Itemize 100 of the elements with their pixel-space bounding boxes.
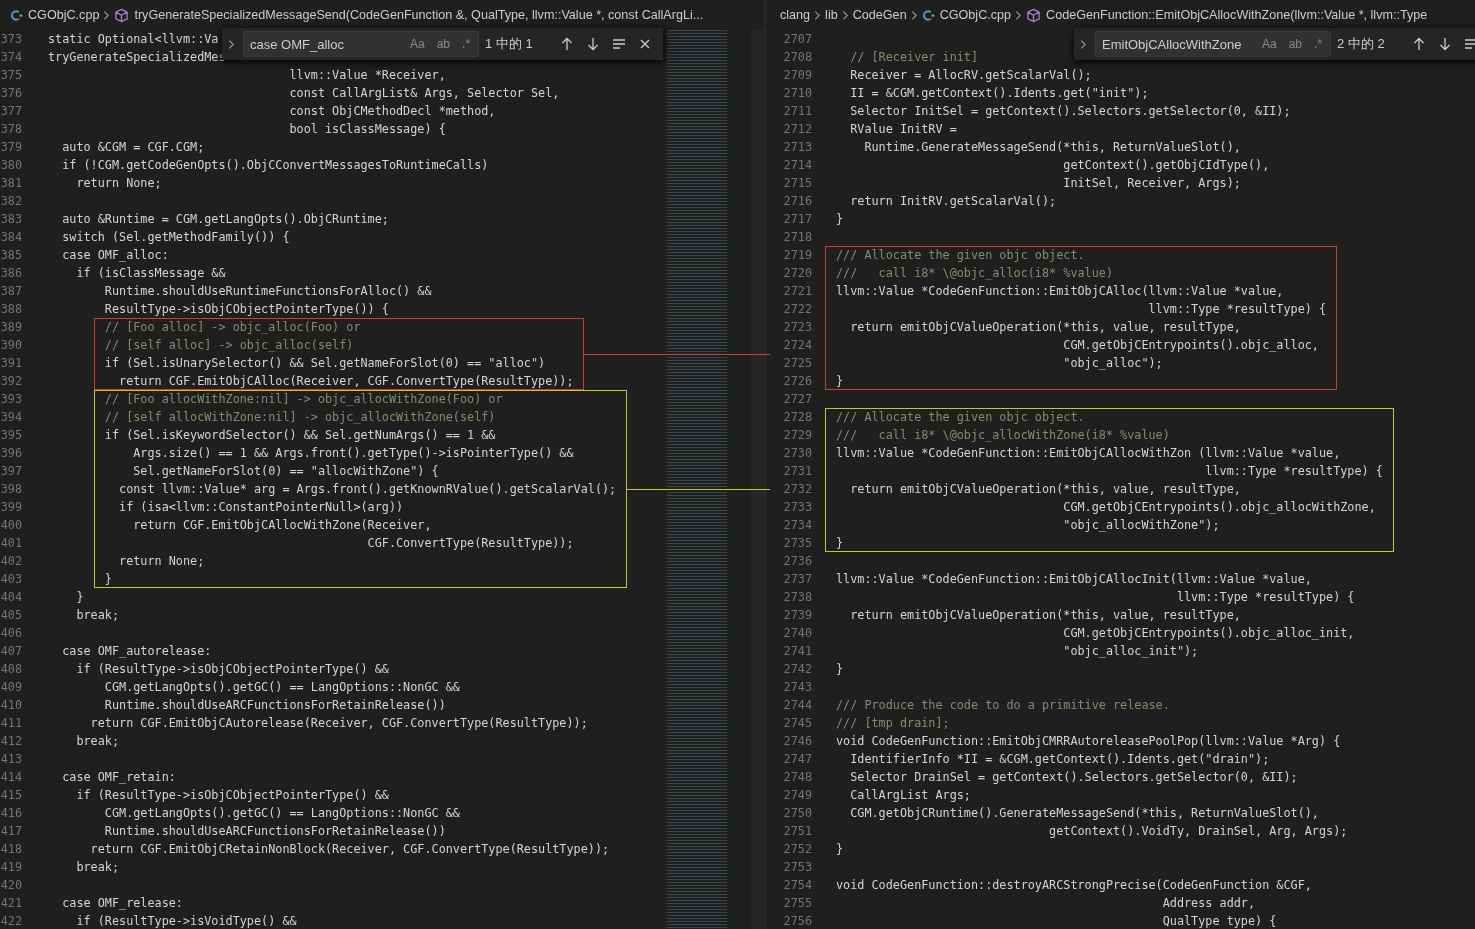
- line-number: 2721: [782, 283, 813, 300]
- line-number: 2726: [782, 373, 813, 390]
- code-line: static Optional<llvm::Va: [48, 31, 219, 48]
- line-number: 2723: [782, 319, 813, 336]
- code-line: return emitObjCValueOperation(*this, value, resultType,: [849, 319, 1241, 336]
- code-line: llvm::Value *CodeGenFunction::EmitObjCAllocInit(llvm::Value *value,: [836, 571, 1312, 588]
- code-line: if (ResultType->isVoidType() &&: [75, 913, 297, 929]
- code-line: return CGF.EmitObjCAllocWithZone(Receiver,: [132, 517, 432, 534]
- line-number: 412: [0, 733, 23, 750]
- breadcrumb-item[interactable]: CodeGen: [852, 8, 907, 22]
- breadcrumb-item[interactable]: tryGenerateSpecializedMessageSend(CodeGenFunction &, QualType, llvm::Value *, const CallArgLi...: [134, 8, 704, 22]
- line-number: 2752: [782, 841, 813, 858]
- code-line: }: [836, 211, 844, 228]
- line-number: 376: [0, 85, 23, 102]
- code-line: }: [836, 373, 844, 390]
- line-number: 406: [0, 625, 23, 642]
- code-line: CGM.getLangOpts().getGC() == LangOptions::NonGC &&: [103, 679, 460, 696]
- cpp-file-icon: [10, 8, 23, 22]
- line-number: 2746: [782, 733, 813, 750]
- line-number: 2717: [782, 211, 813, 228]
- code-line: CGM.getLangOpts().getGC() == LangOptions::NonGC &&: [103, 805, 460, 822]
- code-line: tryGenerateSpecializedMes: [48, 49, 226, 66]
- code-line: if (isa<llvm::ConstantPointerNull>(arg)): [118, 499, 404, 516]
- code-line: auto &Runtime = CGM.getLangOpts().ObjCRuntime;: [61, 211, 389, 228]
- code-line: Receiver = AllocRV.getScalarVal();: [849, 67, 1092, 84]
- search-option-toggle[interactable]: ab: [434, 37, 453, 51]
- code-line: break;: [75, 859, 120, 876]
- line-number: 404: [0, 589, 23, 606]
- line-number: 400: [0, 517, 23, 534]
- line-number: 382: [0, 193, 23, 210]
- line-number: 413: [0, 751, 23, 768]
- search-option-toggle[interactable]: Aa: [1260, 37, 1279, 51]
- line-number: 392: [0, 373, 23, 390]
- code-line: bool isClassMessage) {: [288, 121, 446, 138]
- line-number: 2716: [782, 193, 813, 210]
- code-line: Runtime.shouldUseARCFunctionsForRetainRelease()): [103, 823, 446, 840]
- cube-icon: [114, 7, 130, 23]
- code-line: llvm::Type *resultType) {: [1147, 301, 1327, 318]
- line-number: 2749: [782, 787, 813, 804]
- line-number: 410: [0, 697, 23, 714]
- line-number: 2722: [782, 301, 813, 318]
- line-number: 2724: [782, 337, 813, 354]
- line-number: 2748: [782, 769, 813, 786]
- line-number: 407: [0, 643, 23, 660]
- line-number: 2736: [782, 553, 813, 570]
- code-comment: // [self allocWithZone:nil] -> objc_allocWithZone(self): [103, 409, 496, 426]
- line-number: 2735: [782, 535, 813, 552]
- breadcrumb-item[interactable]: lib: [825, 8, 838, 22]
- code-line: }: [103, 571, 112, 588]
- line-number: 2751: [782, 823, 813, 840]
- line-number: 397: [0, 463, 23, 480]
- code-line: if (isClassMessage &&: [75, 265, 226, 282]
- code-line: break;: [75, 607, 120, 624]
- breadcrumb-item[interactable]: clang: [780, 8, 811, 22]
- line-number: 2730: [782, 445, 813, 462]
- code-comment: // [Foo alloc] -> objc_alloc(Foo) or: [103, 319, 361, 336]
- code-line: Runtime.GenerateMessageSend(*this, ReturnValueSlot(),: [863, 139, 1241, 156]
- line-number: 2733: [782, 499, 813, 516]
- code-line: CallArgList Args;: [849, 787, 971, 804]
- search-option-toggle[interactable]: .*: [1312, 37, 1325, 51]
- line-number: 2731: [782, 463, 813, 480]
- search-option-toggle[interactable]: ab: [1286, 37, 1305, 51]
- breadcrumb-item[interactable]: CGObjC.cpp: [28, 8, 100, 22]
- code-line: return InitRV.getScalarVal();: [849, 193, 1057, 210]
- code-line: llvm::Type *resultType) {: [1175, 589, 1355, 606]
- code-line: CGM.getObjCRuntime().GenerateMessageSend(*this, ReturnValueSlot(),: [849, 805, 1319, 822]
- breadcrumb-item[interactable]: CodeGenFunction::EmitObjCAllocWithZone(llvm::Value *, llvm::Type: [1046, 8, 1428, 22]
- find-input-field[interactable]: case OMF_alloc Aa ab .*: [243, 31, 480, 57]
- match-count: 2 中的 2: [1337, 35, 1385, 53]
- code-line: void CodeGenFunction::destroyARCStrongPrecise(CodeGenFunction &CGF,: [836, 877, 1312, 894]
- line-number: 379: [0, 139, 23, 156]
- code-line: switch (Sel.getMethodFamily()) {: [61, 229, 290, 246]
- breadcrumb-item[interactable]: CGObjC.cpp: [939, 8, 1012, 22]
- search-option-toggle[interactable]: .*: [460, 37, 473, 51]
- line-number: 387: [0, 283, 23, 300]
- line-number: 396: [0, 445, 23, 462]
- code-line: return CGF.EmitObjCAutorelease(Receiver, CGF.ConvertType(ResultType));: [89, 715, 588, 732]
- code-line: case OMF_retain:: [61, 769, 176, 786]
- line-number: 2745: [782, 715, 813, 732]
- find-input-field[interactable]: EmitObjCAllocWithZone Aa ab .*: [1095, 31, 1332, 57]
- line-number: 411: [0, 715, 23, 732]
- line-number: 2734: [782, 517, 813, 534]
- code-line: const llvm::Value* arg = Args.front().getKnownRValue().getScalarVal();: [118, 481, 617, 498]
- line-number: 2750: [782, 805, 813, 822]
- line-number: 2743: [782, 679, 813, 696]
- line-number: 374: [0, 49, 23, 66]
- code-line: Selector InitSel = getContext().Selectors.getSelector(0, &II);: [849, 103, 1291, 120]
- chevron-icon: [814, 9, 822, 21]
- code-comment: /// call i8* \@objc_alloc(i8* %value): [836, 265, 1113, 282]
- line-number: 398: [0, 481, 23, 498]
- code-line: CGF.ConvertType(ResultType));: [366, 535, 574, 552]
- code-line: "objc_allocWithZone");: [1062, 517, 1220, 534]
- code-line: Sel.getNameForSlot(0) == "allocWithZone") {: [132, 463, 439, 480]
- line-number: 415: [0, 787, 23, 804]
- line-number: 2742: [782, 661, 813, 678]
- line-number: 377: [0, 103, 23, 120]
- line-number: 390: [0, 337, 23, 354]
- line-number: 2715: [782, 175, 813, 192]
- search-option-toggle[interactable]: Aa: [408, 37, 427, 51]
- code-line: InitSel, Receiver, Args);: [1062, 175, 1241, 192]
